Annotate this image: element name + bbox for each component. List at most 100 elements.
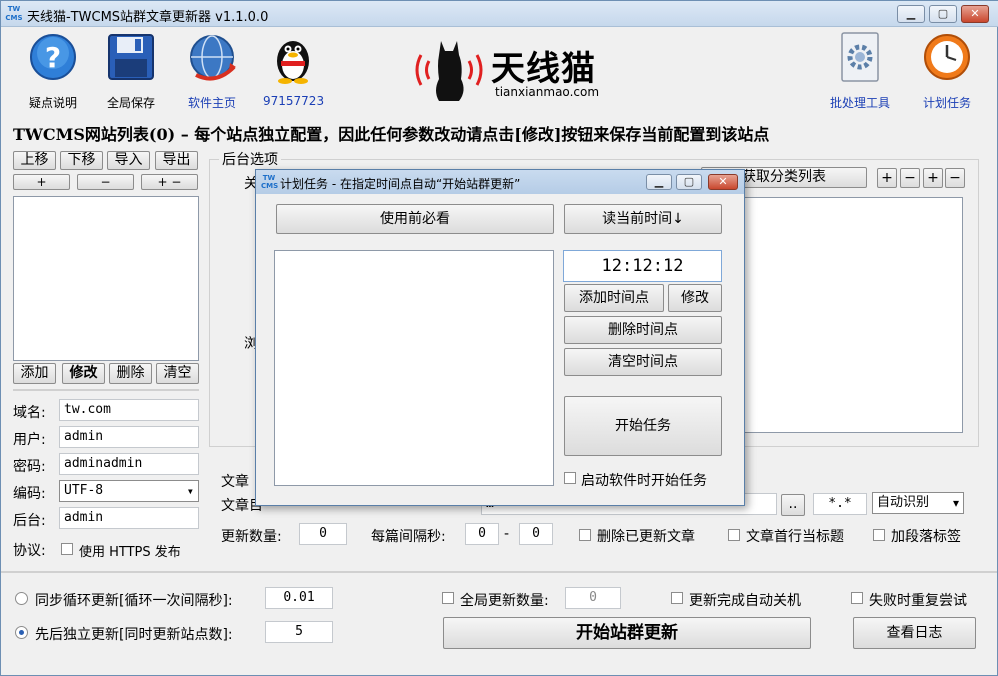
start-update-button[interactable]: 开始站群更新 [443,617,811,649]
retry-on-fail-label: 失败时重复尝试 [869,593,967,609]
cat-antenna-icon [415,41,483,101]
move-down-button[interactable]: 下移 [60,151,103,170]
minimize-icon: ▁ [654,175,664,188]
auto-shutdown-label: 更新完成自动关机 [689,593,801,609]
dialog-maximize-button[interactable]: ▢ [676,174,702,190]
interval-to-input[interactable]: 0 [519,523,553,545]
dialog-title: 计划任务 - 在指定时间点自动“开始站群更新” [280,177,521,191]
batch-tool[interactable]: 批处理工具 [827,31,893,111]
sequential-input[interactable]: 5 [265,621,333,643]
clear-time-points-button[interactable]: 清空时间点 [564,348,722,376]
add-site-button[interactable]: 添加 [13,363,56,384]
dialog-minimize-button[interactable]: ▁ [646,174,672,190]
delete-updated-label: 删除已更新文章 [597,529,695,545]
interval-separator: - [504,526,510,542]
move-up-button[interactable]: 上移 [13,151,56,170]
browse-button[interactable]: .. [781,494,805,516]
dialog-close-button[interactable]: ✕ [708,174,738,190]
homepage-tool[interactable]: 软件主页 [181,31,243,111]
delete-updated-checkbox[interactable] [579,529,591,541]
main-window: TW CMS 天线猫-TWCMS站群文章更新器 v1.1.0.0 ▁ ▢ ✕ ?… [0,0,998,676]
category-minus-button[interactable]: − [900,168,920,188]
close-icon: ✕ [718,175,728,188]
start-task-button[interactable]: 开始任务 [564,396,722,456]
globe-icon [190,35,236,81]
interval-from-input[interactable]: 0 [465,523,499,545]
maximize-icon: ▢ [937,7,949,20]
maximize-button[interactable]: ▢ [929,5,957,23]
time-points-listbox[interactable] [274,250,554,486]
dialog-app-icon: TW CMS [261,174,279,190]
minimize-button[interactable]: ▁ [897,5,925,23]
schedule-label: 计划任务 [922,96,971,110]
sync-loop-input[interactable]: 0.01 [265,587,333,609]
add-time-point-button[interactable]: 添加时间点 [564,284,664,312]
category-minus2-button[interactable]: − [945,168,965,188]
homepage-label: 软件主页 [187,96,236,110]
interval-label: 每篇间隔秒: [371,529,446,545]
qq-tool[interactable]: 97157723 [263,31,325,108]
import-button[interactable]: 导入 [107,151,150,170]
close-button[interactable]: ✕ [961,5,989,23]
schedule-dialog: TW CMS 计划任务 - 在指定时间点自动“开始站群更新” ▁ ▢ ✕ 使用前… [255,169,745,506]
password-input[interactable]: adminadmin [59,453,199,475]
clear-sites-button[interactable]: 清空 [156,363,199,384]
export-button[interactable]: 导出 [155,151,198,170]
floppy-disk-icon [108,34,154,80]
read-current-time-button[interactable]: 读当前时间↓ [564,204,722,234]
auto-shutdown-checkbox[interactable] [671,592,683,604]
category-plus2-button[interactable]: + [923,168,943,188]
user-input[interactable]: admin [59,426,199,448]
user-label: 用户: [13,432,46,448]
first-line-title-checkbox[interactable] [728,529,740,541]
protocol-label: 协议: [13,543,46,559]
add-para-tag-checkbox[interactable] [873,529,885,541]
schedule-tool[interactable]: 计划任务 [919,31,975,111]
domain-input[interactable]: tw.com [59,399,199,421]
global-count-label: 全局更新数量: [460,593,549,609]
app-icon: TW CMS [5,5,23,22]
first-line-title-label: 文章首行当标题 [746,529,844,545]
gear-document-icon [841,32,879,82]
sequential-radio[interactable] [15,626,28,639]
qq-label: 97157723 [263,94,325,108]
bottom-divider [1,571,997,573]
password-label: 密码: [13,459,46,475]
help-tool[interactable]: ? 疑点说明 [25,31,81,111]
encoding-label: 编码: [13,486,46,502]
brand-logo: 天线猫 tianxianmao.com [411,35,621,105]
batch-label: 批处理工具 [829,96,890,110]
view-log-button[interactable]: 查看日志 [853,617,976,649]
backend-path-input[interactable]: admin [59,507,199,529]
title-bar: TW CMS 天线猫-TWCMS站群文章更新器 v1.1.0.0 ▁ ▢ ✕ [1,1,998,27]
sync-loop-radio[interactable] [15,592,28,605]
global-count-input[interactable]: 0 [565,587,621,609]
retry-on-fail-checkbox[interactable] [851,592,863,604]
start-on-launch-checkbox[interactable] [564,472,576,484]
sequential-label: 先后独立更新[同时更新站点数]: [35,627,233,643]
https-checkbox[interactable] [61,543,73,555]
clock-icon [924,34,970,80]
file-pattern-input[interactable]: *.* [813,493,867,515]
delete-time-point-button[interactable]: 删除时间点 [564,316,722,344]
site-minus-button[interactable]: − [77,174,134,190]
modify-time-point-button[interactable]: 修改 [668,284,722,312]
global-count-checkbox[interactable] [442,592,454,604]
update-count-input[interactable]: 0 [299,523,347,545]
https-label: 使用 HTTPS 发布 [79,545,181,560]
site-plus-button[interactable]: + [13,174,70,190]
encoding-select[interactable]: UTF-8 [59,480,199,502]
maximize-icon: ▢ [683,175,695,188]
site-plusminus-button[interactable]: + − [141,174,198,190]
backend-options-title: 后台选项 [219,149,281,169]
delete-site-button[interactable]: 删除 [109,363,152,384]
category-plus-button[interactable]: + [877,168,897,188]
detect-encoding-select[interactable]: 自动识别 [872,492,964,514]
save-all-tool[interactable]: 全局保存 [103,31,159,111]
site-listbox[interactable] [13,196,199,361]
close-icon: ✕ [970,7,980,20]
modify-site-button[interactable]: 修改 [62,363,105,384]
time-input[interactable]: 12:12:12 [563,250,722,282]
must-read-button[interactable]: 使用前必看 [276,204,554,234]
domain-label: 域名: [13,405,46,421]
